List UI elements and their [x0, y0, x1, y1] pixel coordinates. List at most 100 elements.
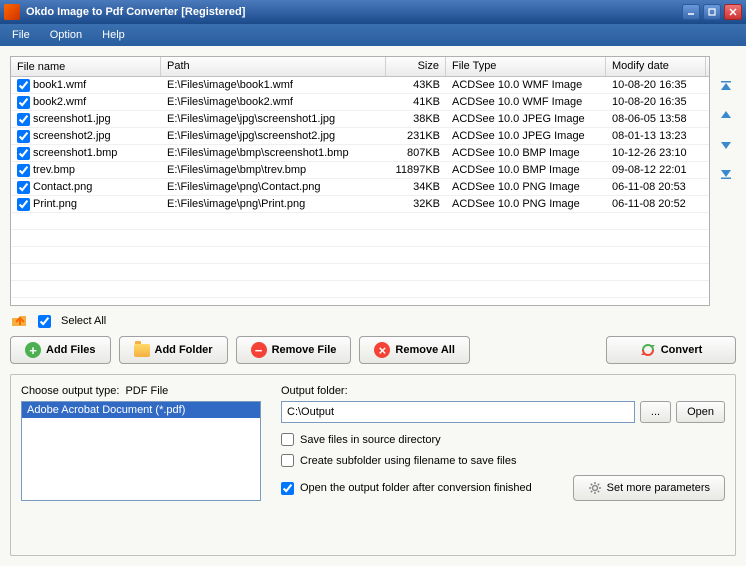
titlebar: Okdo Image to Pdf Converter [Registered]	[0, 0, 746, 24]
move-up-button[interactable]	[716, 106, 736, 126]
table-row[interactable]: screenshot1.jpgE:\Files\image\jpg\screen…	[11, 111, 709, 128]
open-after-checkbox[interactable]	[281, 482, 294, 495]
file-type: ACDSee 10.0 BMP Image	[446, 146, 606, 160]
output-folder-label: Output folder:	[281, 385, 725, 397]
convert-icon	[640, 342, 656, 358]
table-row[interactable]: screenshot1.bmp E:\Files\image\bmp\screen…	[11, 145, 709, 162]
col-header-type[interactable]: File Type	[446, 57, 606, 76]
folder-icon	[134, 344, 150, 357]
table-row[interactable]: screenshot2.jpg E:\Files\image\jpg\screen…	[11, 128, 709, 145]
file-date: 08-06-05 13:58	[606, 112, 706, 126]
file-type: ACDSee 10.0 JPEG Image	[446, 129, 606, 143]
file-type: ACDSee 10.0 PNG Image	[446, 180, 606, 194]
open-after-label: Open the output folder after conversion …	[300, 482, 532, 494]
output-type-option[interactable]: Adobe Acrobat Document (*.pdf)	[22, 402, 260, 418]
plus-icon: +	[25, 342, 41, 358]
maximize-button[interactable]	[703, 4, 721, 20]
file-date: 06-11-08 20:53	[606, 180, 706, 194]
menu-file[interactable]: File	[8, 27, 34, 43]
move-bottom-button[interactable]	[716, 162, 736, 182]
file-name: Print.png	[33, 198, 77, 210]
row-checkbox[interactable]	[17, 96, 30, 109]
file-path: E:\Files\image\book2.wmf	[161, 95, 386, 109]
file-name: trev.bmp	[33, 164, 75, 176]
table-row	[11, 247, 709, 264]
file-type: ACDSee 10.0 PNG Image	[446, 197, 606, 211]
set-parameters-button[interactable]: Set more parameters	[573, 475, 725, 501]
file-type: ACDSee 10.0 BMP Image	[446, 163, 606, 177]
window-title: Okdo Image to Pdf Converter [Registered]	[26, 6, 682, 18]
minus-icon: −	[251, 342, 267, 358]
folder-up-icon[interactable]	[10, 314, 28, 328]
create-subfolder-checkbox[interactable]	[281, 454, 294, 467]
row-checkbox[interactable]	[17, 198, 30, 211]
save-in-source-checkbox[interactable]	[281, 433, 294, 446]
select-all-checkbox[interactable]	[38, 315, 51, 328]
table-row[interactable]: book2.wmf E:\Files\image\book2.wmf41KBACD…	[11, 94, 709, 111]
table-row	[11, 213, 709, 230]
table-row	[11, 264, 709, 281]
table-row[interactable]: trev.bmp E:\Files\image\bmp\trev.bmp11897…	[11, 162, 709, 179]
menu-help[interactable]: Help	[98, 27, 129, 43]
row-checkbox[interactable]	[17, 113, 30, 126]
file-path: E:\Files\image\bmp\screenshot1.bmp	[161, 146, 386, 160]
table-row[interactable]: Contact.pngE:\Files\image\png\Contact.pn…	[11, 179, 709, 196]
file-path: E:\Files\image\book1.wmf	[161, 78, 386, 92]
file-path: E:\Files\image\jpg\screenshot2.jpg	[161, 129, 386, 143]
row-checkbox[interactable]	[17, 181, 30, 194]
file-type: ACDSee 10.0 WMF Image	[446, 78, 606, 92]
table-row[interactable]: Print.png E:\Files\image\png\Print.png32K…	[11, 196, 709, 213]
x-icon: ×	[374, 342, 390, 358]
file-size: 43KB	[386, 78, 446, 92]
convert-button[interactable]: Convert	[606, 336, 736, 364]
output-type-list[interactable]: Adobe Acrobat Document (*.pdf)	[21, 401, 261, 501]
file-size: 34KB	[386, 180, 446, 194]
file-date: 10-12-26 23:10	[606, 146, 706, 160]
file-size: 38KB	[386, 112, 446, 126]
row-checkbox[interactable]	[17, 164, 30, 177]
col-header-size[interactable]: Size	[386, 57, 446, 76]
output-folder-input[interactable]	[281, 401, 635, 423]
add-folder-button[interactable]: Add Folder	[119, 336, 228, 364]
file-path: E:\Files\image\png\Print.png	[161, 197, 386, 211]
table-row[interactable]: book1.wmfE:\Files\image\book1.wmf43KBACD…	[11, 77, 709, 94]
create-subfolder-label: Create subfolder using filename to save …	[300, 455, 516, 467]
col-header-name[interactable]: File name	[11, 57, 161, 76]
col-header-date[interactable]: Modify date	[606, 57, 706, 76]
file-name: screenshot1.jpg	[33, 113, 111, 125]
file-name: screenshot1.bmp	[33, 147, 117, 159]
file-size: 231KB	[386, 129, 446, 143]
file-type: ACDSee 10.0 JPEG Image	[446, 112, 606, 126]
move-down-button[interactable]	[716, 134, 736, 154]
menubar: File Option Help	[0, 24, 746, 46]
file-type: ACDSee 10.0 WMF Image	[446, 95, 606, 109]
gear-icon	[588, 481, 602, 495]
file-table: File name Path Size File Type Modify dat…	[10, 56, 710, 306]
browse-button[interactable]: ...	[640, 401, 671, 423]
row-checkbox[interactable]	[17, 130, 30, 143]
file-name: Contact.png	[33, 181, 92, 193]
file-size: 11897KB	[386, 163, 446, 177]
file-name: book2.wmf	[33, 96, 86, 108]
close-button[interactable]	[724, 4, 742, 20]
file-date: 09-08-12 22:01	[606, 163, 706, 177]
menu-option[interactable]: Option	[46, 27, 86, 43]
remove-file-button[interactable]: −Remove File	[236, 336, 352, 364]
output-type-label: Choose output type:	[21, 385, 119, 397]
file-size: 41KB	[386, 95, 446, 109]
col-header-path[interactable]: Path	[161, 57, 386, 76]
file-date: 10-08-20 16:35	[606, 78, 706, 92]
remove-all-button[interactable]: ×Remove All	[359, 336, 470, 364]
add-files-button[interactable]: +Add Files	[10, 336, 111, 364]
file-date: 06-11-08 20:52	[606, 197, 706, 211]
app-icon	[4, 4, 20, 20]
row-checkbox[interactable]	[17, 147, 30, 160]
file-size: 32KB	[386, 197, 446, 211]
minimize-button[interactable]	[682, 4, 700, 20]
file-date: 08-01-13 13:23	[606, 129, 706, 143]
file-path: E:\Files\image\bmp\trev.bmp	[161, 163, 386, 177]
open-folder-button[interactable]: Open	[676, 401, 725, 423]
move-top-button[interactable]	[716, 78, 736, 98]
file-name: screenshot2.jpg	[33, 130, 111, 142]
row-checkbox[interactable]	[17, 79, 30, 92]
